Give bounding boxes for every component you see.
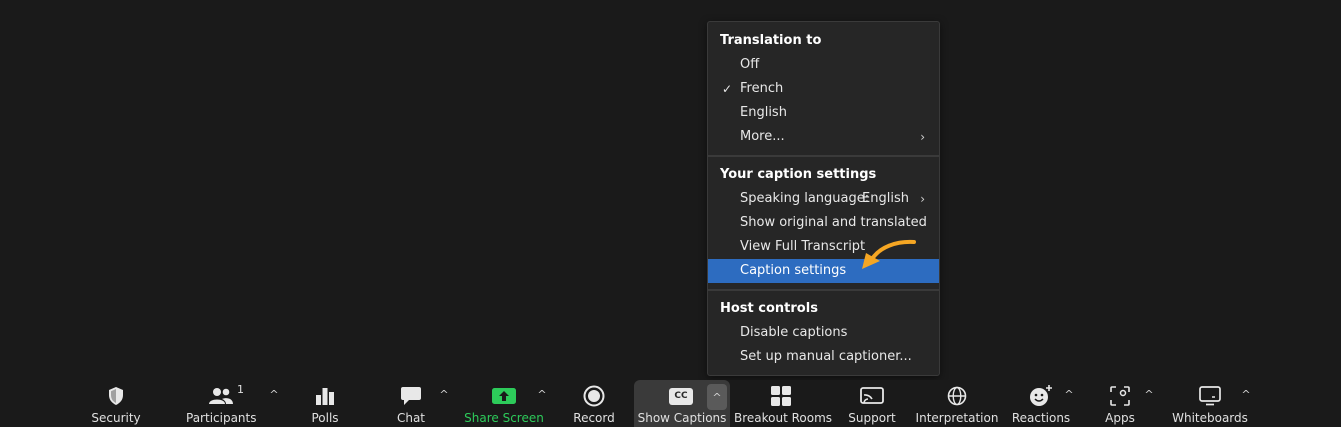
chat-button[interactable]: Chat (388, 380, 434, 427)
toolbar-label: Interpretation (915, 411, 999, 425)
toolbar-label: Chat (396, 411, 426, 425)
chevron-right-icon: › (920, 192, 925, 206)
bar-chart-icon (315, 385, 335, 407)
check-icon: ✓ (722, 82, 733, 96)
menu-item-label: Show original and translated (740, 215, 927, 230)
globe-icon (947, 385, 967, 407)
toolbar-label: Breakout Rooms (734, 411, 833, 425)
breakout-rooms-button[interactable]: Breakout Rooms (734, 380, 833, 427)
reactions-caret-button[interactable]: ^ (1063, 388, 1075, 402)
show-captions-caret-button[interactable]: ^ (711, 391, 723, 405)
toolbar-label: Security (91, 411, 141, 425)
cast-screen-icon (860, 385, 884, 407)
toolbar-label: Apps (1105, 411, 1135, 425)
meeting-window: Translation to Off ✓ French English More… (0, 0, 1341, 427)
caption-settings-heading: Your caption settings (720, 167, 877, 182)
meeting-toolbar: Security 1 Participants ^ Polls Chat ^ S… (0, 380, 1341, 427)
toolbar-label: Support (848, 411, 896, 425)
chat-caret-button[interactable]: ^ (438, 388, 450, 402)
participants-count-badge: 1 (237, 383, 244, 396)
toolbar-label: Show Captions (637, 411, 727, 425)
menu-item-label: Off (740, 57, 760, 72)
menu-item-label: Set up manual captioner... (740, 349, 912, 364)
record-icon (583, 385, 605, 407)
translation-option-english[interactable]: English (708, 101, 939, 125)
chat-bubble-icon (400, 385, 422, 407)
grid-icon (771, 385, 791, 407)
record-button[interactable]: Record (566, 380, 622, 427)
participants-button[interactable]: 1 Participants (186, 380, 257, 427)
share-screen-caret-button[interactable]: ^ (536, 388, 548, 402)
setup-manual-captioner-item[interactable]: Set up manual captioner... (708, 345, 939, 369)
toolbar-label: Whiteboards (1172, 411, 1248, 425)
translation-option-more[interactable]: More... › (708, 125, 939, 149)
security-button[interactable]: Security (85, 380, 147, 427)
apps-caret-button[interactable]: ^ (1143, 388, 1155, 402)
whiteboards-caret-button[interactable]: ^ (1240, 388, 1252, 402)
participants-caret-button[interactable]: ^ (268, 388, 280, 402)
menu-item-label: Disable captions (740, 325, 848, 340)
menu-item-label: English (740, 105, 787, 120)
annotation-arrow-icon (862, 239, 916, 269)
emoji-add-icon (1029, 385, 1053, 407)
speaking-language-item[interactable]: Speaking language: English › (708, 187, 939, 211)
toolbar-label: Share Screen (464, 411, 544, 425)
menu-item-label: View Full Transcript (740, 239, 866, 254)
translation-heading: Translation to (720, 33, 822, 48)
menu-divider (708, 289, 939, 291)
toolbar-label: Polls (311, 411, 339, 425)
toolbar-label: Reactions (1011, 411, 1071, 425)
translation-option-french[interactable]: ✓ French (708, 77, 939, 101)
toolbar-label: Participants (186, 411, 257, 425)
translation-option-off[interactable]: Off (708, 53, 939, 77)
menu-item-label: French (740, 81, 784, 96)
share-arrow-icon (491, 385, 517, 407)
menu-item-label: Caption settings (740, 263, 847, 278)
menu-item-label: More... (740, 129, 785, 144)
apps-icon (1110, 385, 1130, 407)
shield-icon (107, 385, 125, 407)
interpretation-button[interactable]: Interpretation (914, 380, 1000, 427)
closed-captions-icon: CC (669, 385, 693, 407)
share-screen-button[interactable]: Share Screen (464, 380, 544, 427)
people-icon: 1 (208, 383, 244, 407)
disable-captions-item[interactable]: Disable captions (708, 321, 939, 345)
host-controls-heading: Host controls (720, 301, 818, 316)
speaking-language-label: Speaking language: (740, 191, 870, 206)
speaking-language-value: English (862, 191, 909, 206)
whiteboard-icon (1199, 385, 1221, 407)
show-original-translated-item[interactable]: Show original and translated (708, 211, 939, 235)
menu-divider (708, 155, 939, 157)
polls-button[interactable]: Polls (300, 380, 350, 427)
toolbar-label: Record (573, 411, 615, 425)
whiteboards-button[interactable]: Whiteboards (1170, 380, 1250, 427)
support-button[interactable]: Support (844, 380, 900, 427)
chevron-right-icon: › (920, 130, 925, 144)
captions-menu: Translation to Off ✓ French English More… (707, 21, 940, 376)
apps-button[interactable]: Apps (1096, 380, 1144, 427)
cc-glyph: CC (669, 387, 693, 405)
